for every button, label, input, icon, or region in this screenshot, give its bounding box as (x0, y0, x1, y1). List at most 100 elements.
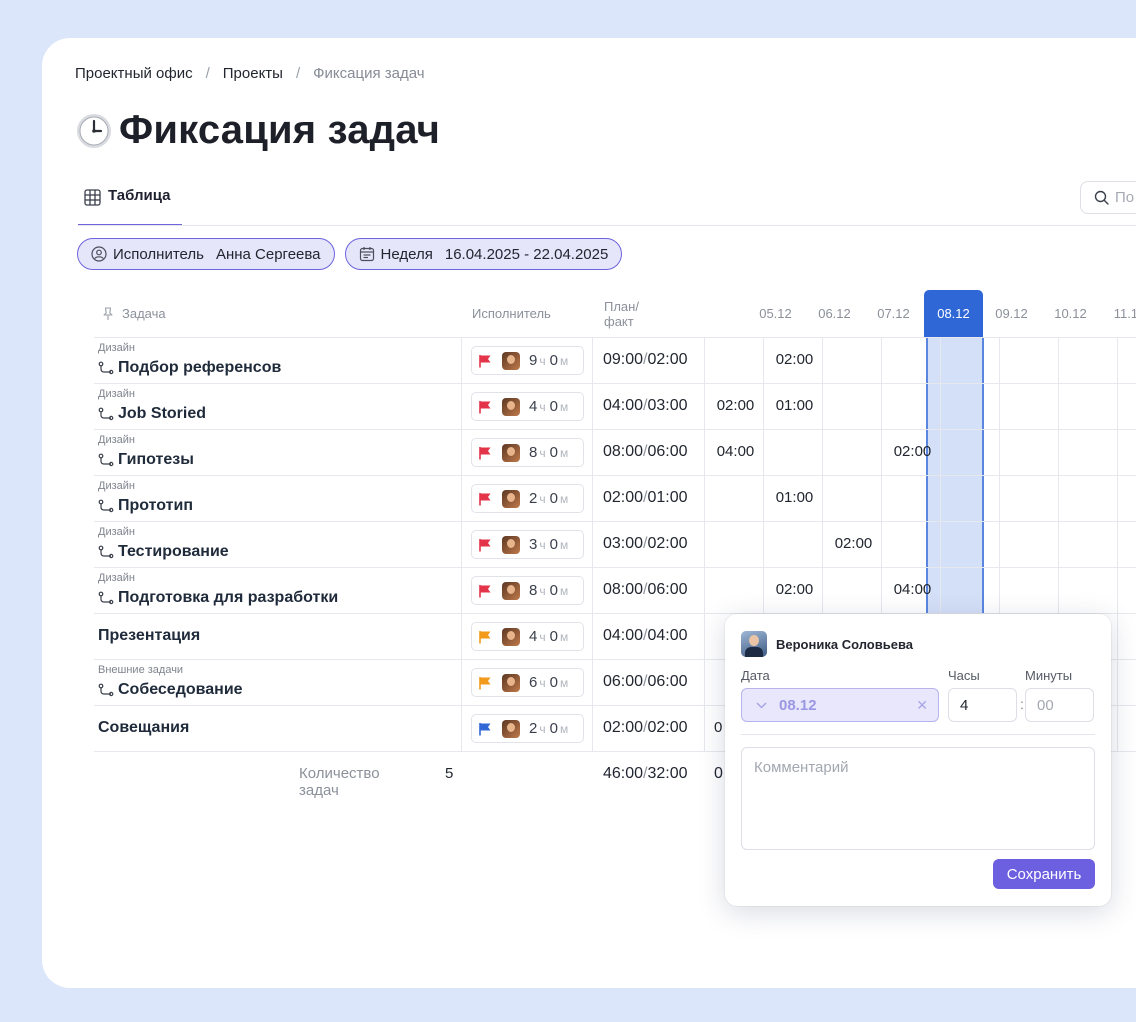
task-cell[interactable]: Внешние задачи Собеседование (98, 660, 458, 706)
priority-flag-icon[interactable] (478, 354, 492, 368)
table-row[interactable]: Дизайн Тестирование 3 ч 0 м 03:00/02:00 02:00 (94, 521, 1136, 568)
day-time-cell[interactable]: 02:00 (765, 351, 824, 368)
table-row[interactable]: Дизайн Прототип 2 ч 0 м 02:00/01:00 01:00 (94, 475, 1136, 522)
table-row[interactable]: Дизайн Job Storied 4 ч 0 м 04:00/03:00 02:00 01:… (94, 383, 1136, 430)
column-header-date[interactable]: 10.12 (1041, 290, 1100, 337)
clear-icon[interactable]: ✕ (916, 697, 928, 714)
column-header-date[interactable]: 06.12 (805, 290, 864, 337)
column-header-date[interactable]: 07.12 (864, 290, 923, 337)
subtask-icon (98, 499, 114, 513)
day-time-cell[interactable]: 02:00 (765, 581, 824, 598)
task-cell[interactable]: Дизайн Прототип (98, 476, 458, 522)
priority-flag-icon[interactable] (478, 492, 492, 506)
cell-divider (881, 338, 882, 384)
hours-unit: ч (539, 537, 546, 552)
table-row[interactable]: Дизайн Гипотезы 8 ч 0 м 08:00/06:00 04:00 02:00 (94, 429, 1136, 476)
task-cell[interactable]: Дизайн Тестирование (98, 522, 458, 568)
cell-divider (592, 338, 593, 384)
cell-divider (704, 614, 705, 660)
filter-chip-assignee[interactable]: Исполнитель Анна Сергеева (77, 238, 335, 270)
column-header-date[interactable]: 08.12 (924, 290, 983, 337)
filter-chip-week[interactable]: Неделя 16.04.2025 - 22.04.2025 (344, 238, 623, 270)
task-name-text: Прототип (118, 497, 193, 514)
breadcrumb-item-office[interactable]: Проектный офис (75, 65, 193, 82)
plan-fact-value: 08:00/06:00 (603, 581, 688, 599)
priority-flag-icon[interactable] (478, 676, 492, 690)
cell-divider (704, 522, 705, 568)
hours-unit: ч (539, 353, 546, 368)
cell-divider (881, 384, 882, 430)
task-cell[interactable]: Дизайн Гипотезы (98, 430, 458, 476)
cell-divider (592, 614, 593, 660)
day-time-cell[interactable]: 04:00 (706, 443, 765, 460)
table-row[interactable]: Дизайн Подбор референсов 9 ч 0 м 09:00/02:00 02… (94, 337, 1136, 384)
assignee-time-cell[interactable]: 8ч0м (471, 438, 584, 467)
save-button[interactable]: Сохранить (993, 859, 1095, 889)
column-header-plan[interactable]: План/факт (604, 290, 639, 337)
day-time-cell[interactable]: 02:00 (883, 443, 942, 460)
minutes-input[interactable]: 00 (1025, 688, 1094, 722)
column-header-task[interactable]: Задача (102, 290, 166, 337)
day-time-cell[interactable]: 04:00 (883, 581, 942, 598)
breadcrumb-separator: / (205, 65, 210, 82)
cell-divider (822, 430, 823, 476)
column-header-date[interactable]: 11.12 (1100, 290, 1136, 337)
minutes-value: 0 (549, 582, 558, 599)
assignee-time-cell[interactable]: 4ч0м (471, 392, 584, 421)
assignee-time-cell[interactable]: 3ч0м (471, 530, 584, 559)
assignee-time-cell[interactable]: 2ч0м (471, 484, 584, 513)
date-select[interactable]: 08.12 ✕ (741, 688, 939, 722)
plan-value: 06:00 (603, 673, 644, 690)
column-header-date[interactable]: 05.12 (746, 290, 805, 337)
assignee-time-cell[interactable]: 2ч0м (471, 714, 584, 743)
priority-flag-icon[interactable] (478, 446, 492, 460)
cell-divider (461, 384, 462, 430)
cell-divider (1058, 384, 1059, 430)
task-cell[interactable]: Дизайн Подбор референсов (98, 338, 458, 384)
priority-flag-icon[interactable] (478, 584, 492, 598)
table-row[interactable]: Дизайн Подготовка для разработки 8 ч 0 м 08:00… (94, 567, 1136, 614)
assignee-time-cell[interactable]: 9ч0м (471, 346, 584, 375)
tab-table[interactable]: Таблица (78, 180, 182, 226)
priority-flag-icon[interactable] (478, 722, 492, 736)
day-time-cell[interactable]: 02:00 (824, 535, 883, 552)
avatar (502, 351, 520, 370)
hours-input[interactable]: 4 (948, 688, 1017, 722)
day-time-cell[interactable]: 02:00 (706, 397, 765, 414)
priority-flag-icon[interactable] (478, 538, 492, 552)
hours-unit: ч (539, 445, 546, 460)
total-plan: 46:00 (603, 765, 644, 782)
plan-value: 04:00 (603, 627, 644, 644)
task-category: Внешние задачи (98, 664, 184, 676)
column-header-date[interactable]: 09.12 (982, 290, 1041, 337)
search-icon (1094, 190, 1109, 205)
task-name: Гипотезы (98, 451, 194, 469)
day-time-cell[interactable]: 0 (714, 719, 722, 736)
day-time-cell[interactable]: 01:00 (765, 397, 824, 414)
task-cell[interactable]: Дизайн Подготовка для разработки (98, 568, 458, 614)
filter-key: Исполнитель (113, 245, 204, 263)
task-cell[interactable]: Презентация (98, 614, 458, 660)
assignee-time-cell[interactable]: 6ч0м (471, 668, 584, 697)
task-count-label: Количество задач (299, 765, 380, 799)
task-count-value: 5 (445, 765, 454, 782)
cell-divider (1058, 430, 1059, 476)
cell-divider (881, 476, 882, 522)
column-header-assignee[interactable]: Исполнитель (472, 290, 551, 337)
time-separator: : (1020, 696, 1024, 712)
assignee-time-cell[interactable]: 8ч0м (471, 576, 584, 605)
cell-divider (1117, 522, 1118, 568)
priority-flag-icon[interactable] (478, 630, 492, 644)
hours-value: 8 (529, 444, 538, 461)
breadcrumb-item-projects[interactable]: Проекты (223, 65, 283, 82)
assignee-time-cell[interactable]: 4ч0м (471, 622, 584, 651)
comment-textarea[interactable]: Комментарий (741, 747, 1095, 850)
total-fact: 32:00 (647, 765, 688, 782)
avatar (502, 627, 520, 646)
priority-flag-icon[interactable] (478, 400, 492, 414)
task-cell[interactable]: Совещания (98, 706, 458, 752)
day-time-cell[interactable]: 01:00 (765, 489, 824, 506)
search-input[interactable]: По (1080, 181, 1136, 214)
task-cell[interactable]: Дизайн Job Storied (98, 384, 458, 430)
column-header-label: Исполнитель (472, 306, 551, 321)
